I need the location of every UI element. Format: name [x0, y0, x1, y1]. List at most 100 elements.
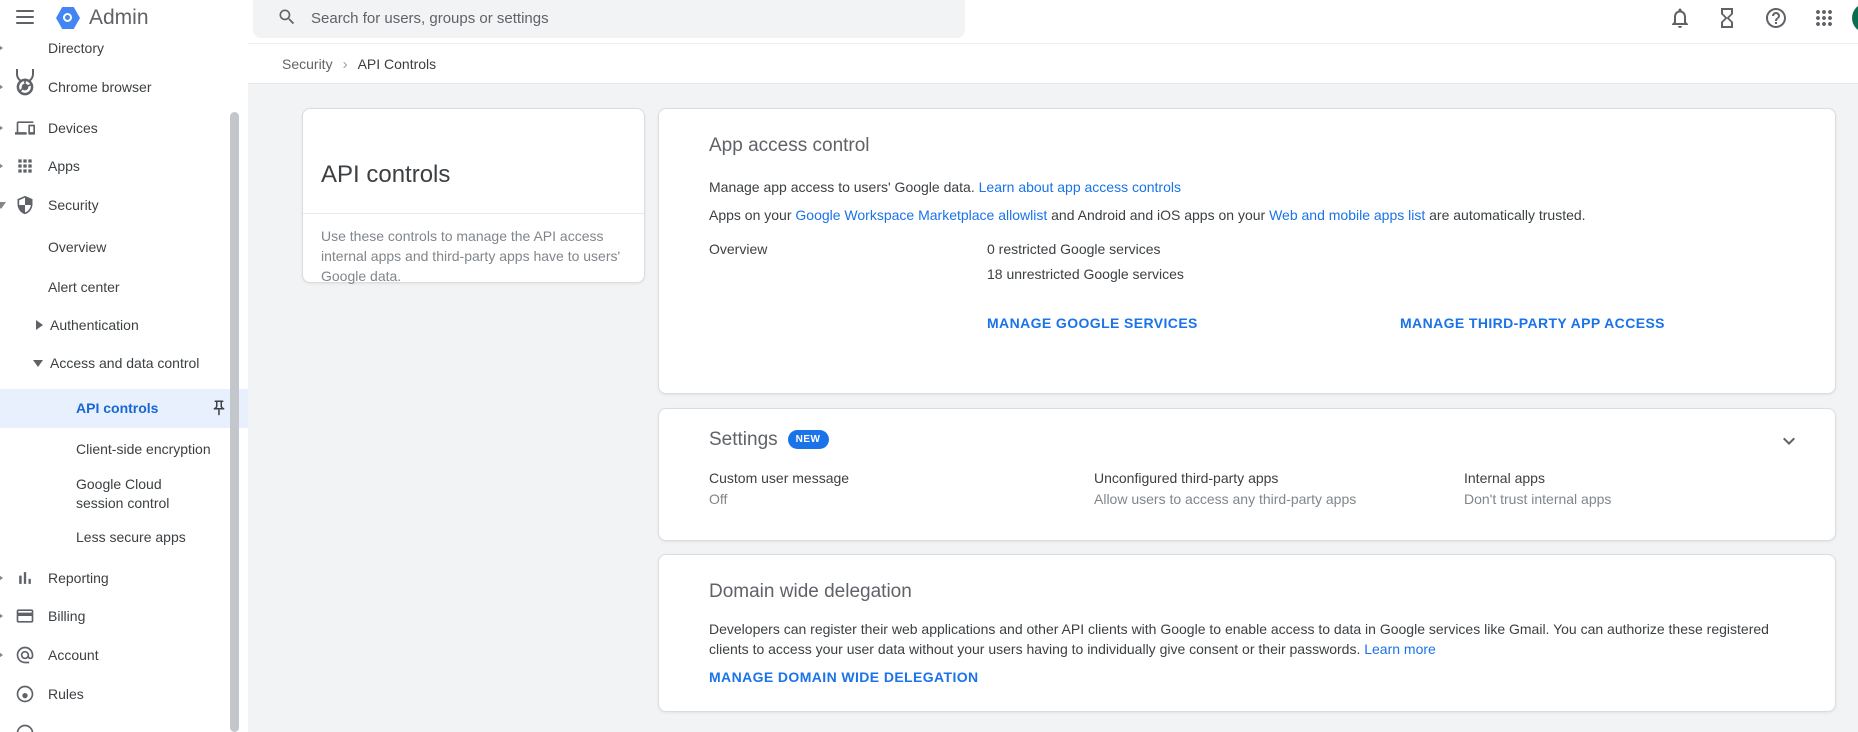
sidebar-item-label: Access and data control — [50, 354, 200, 371]
sidebar-item-authentication[interactable]: Authentication — [0, 306, 248, 344]
billing-card-icon — [16, 609, 34, 623]
pin-icon[interactable] — [210, 399, 228, 417]
new-badge: NEW — [787, 430, 829, 449]
sidebar-item-billing[interactable]: Billing — [0, 597, 248, 635]
setting-internal-apps: Internal apps Don't trust internal apps — [1464, 470, 1611, 507]
manage-domain-wide-delegation-button[interactable]: MANAGE DOMAIN WIDE DELEGATION — [709, 659, 979, 695]
sidebar-item-api-controls[interactable]: API controls — [0, 389, 248, 428]
search-icon — [279, 9, 295, 25]
sidebar-item-label: Security — [48, 196, 99, 213]
expand-caret-icon[interactable] — [36, 320, 43, 330]
breadcrumb: Security › API Controls — [282, 44, 436, 84]
collapse-caret-icon — [0, 82, 3, 92]
breadcrumb-security-link[interactable]: Security — [282, 56, 333, 72]
sidebar-item-label: Alert center — [48, 278, 120, 295]
setting-custom-user-message: Custom user message Off — [709, 470, 1094, 507]
chevron-down-icon[interactable] — [1777, 429, 1801, 453]
sidebar: Directory Chrome browser Devices Apps Se… — [0, 0, 248, 732]
sidebar-item-label: Directory — [48, 39, 105, 56]
sidebar-item-label: Less secure apps — [76, 528, 186, 545]
tasks-hourglass-icon[interactable] — [1715, 6, 1739, 30]
overview-row: Overview 0 restricted Google services 18… — [659, 241, 1835, 282]
setting-label: Internal apps — [1464, 470, 1545, 486]
collapse-caret-icon — [0, 161, 3, 171]
marketplace-allowlist-link[interactable]: Google Workspace Marketplace allowlist — [795, 207, 1047, 223]
breadcrumb-bar: Security › API Controls — [248, 43, 1858, 84]
restricted-services-count: 0 restricted Google services — [987, 241, 1161, 257]
sidebar-item-label: Overview — [48, 238, 107, 255]
sidebar-item-devices[interactable]: Devices — [0, 109, 248, 147]
manage-google-services-button[interactable]: MANAGE GOOGLE SERVICES — [987, 305, 1198, 341]
sidebar-item-rules[interactable]: Rules — [0, 675, 248, 713]
search-bar[interactable] — [253, 0, 965, 38]
sidebar-item-label: Billing — [48, 607, 86, 624]
sidebar-item-label: Account — [48, 646, 99, 663]
app-title: Admin — [89, 6, 149, 29]
sidebar-item-label: Authentication — [50, 316, 139, 333]
settings-card: Settings NEW Custom user message Off Unco… — [658, 408, 1836, 541]
apps-icon — [18, 159, 32, 173]
collapse-caret-icon — [0, 650, 3, 660]
sidebar-item-chrome-browser[interactable]: Chrome browser — [0, 68, 248, 106]
sidebar-item-alert-center[interactable]: Alert center — [0, 268, 248, 306]
sidebar-item-partial[interactable] — [0, 714, 248, 732]
setting-value: Off — [709, 491, 728, 507]
learn-more-link[interactable]: Learn more — [1364, 641, 1436, 657]
domain-wide-delegation-card: Domain wide delegation Developers can re… — [658, 554, 1836, 712]
sidebar-item-label: Rules — [48, 685, 84, 702]
api-controls-info-card: API controls Use these controls to manag… — [302, 108, 645, 284]
sidebar-item-less-secure-apps[interactable]: Less secure apps — [0, 518, 248, 556]
sidebar-item-label: Devices — [48, 119, 98, 136]
sidebar-item-label: Apps — [48, 157, 80, 174]
overview-label: Overview — [709, 241, 768, 257]
card-title: Domain wide delegation — [709, 581, 912, 602]
collapse-caret-icon — [0, 43, 3, 53]
unrestricted-services-count: 18 unrestricted Google services — [987, 266, 1184, 282]
web-mobile-apps-list-link[interactable]: Web and mobile apps list — [1269, 207, 1425, 223]
chrome-icon — [16, 78, 34, 96]
card-title: Settings — [709, 429, 778, 450]
circle-icon — [16, 724, 34, 732]
app-access-description-2: Apps on your Google Workspace Marketplac… — [709, 207, 1586, 223]
sidebar-item-access-and-data-control[interactable]: Access and data control — [0, 344, 248, 382]
collapse-caret-icon — [0, 123, 3, 133]
rules-icon — [16, 685, 34, 703]
sidebar-item-label: Reporting — [48, 569, 109, 586]
manage-third-party-app-access-button[interactable]: MANAGE THIRD-PARTY APP ACCESS — [1400, 305, 1665, 341]
collapse-caret-icon — [0, 573, 3, 583]
app-access-control-card: App access control Manage app access to … — [658, 108, 1836, 394]
settings-columns: Custom user message Off Unconfigured thi… — [659, 470, 1835, 507]
setting-value: Don't trust internal apps — [1464, 491, 1612, 507]
sidebar-item-client-side-encryption[interactable]: Client-side encryption — [0, 430, 248, 468]
breadcrumb-current: API Controls — [357, 56, 437, 72]
setting-value: Allow users to access any third-party ap… — [1094, 491, 1357, 507]
reporting-chart-icon — [19, 572, 31, 584]
search-input[interactable] — [311, 1, 931, 35]
sidebar-item-reporting[interactable]: Reporting — [0, 559, 248, 597]
sidebar-item-account[interactable]: Account — [0, 636, 248, 674]
settings-header[interactable]: Settings NEW — [659, 409, 1835, 452]
collapse-caret-icon — [0, 201, 6, 209]
sidebar-item-security[interactable]: Security — [0, 186, 248, 224]
collapse-caret-icon[interactable] — [33, 359, 43, 367]
devices-icon — [15, 121, 35, 135]
breadcrumb-separator-icon: › — [342, 56, 348, 73]
notifications-bell-icon[interactable] — [1668, 6, 1692, 30]
security-shield-icon — [17, 195, 33, 215]
card-title: App access control — [709, 135, 870, 156]
google-apps-grid-icon[interactable] — [1812, 6, 1836, 30]
sidebar-item-google-cloud-session-control[interactable]: Google Cloud session control — [0, 468, 248, 520]
help-icon[interactable] — [1764, 6, 1788, 30]
setting-label: Unconfigured third-party apps — [1094, 470, 1279, 486]
setting-label: Custom user message — [709, 470, 850, 486]
delegation-description: Developers can register their web applic… — [709, 621, 1769, 657]
app-access-description-1: Manage app access to users' Google data.… — [709, 179, 1181, 195]
page-description: Use these controls to manage the API acc… — [303, 213, 644, 298]
menu-icon[interactable] — [16, 10, 34, 24]
sidebar-item-security-overview[interactable]: Overview — [0, 228, 248, 266]
account-at-icon — [16, 646, 34, 664]
sidebar-item-label: Client-side encryption — [76, 440, 211, 457]
sidebar-scrollbar[interactable] — [230, 112, 239, 732]
sidebar-item-apps[interactable]: Apps — [0, 147, 248, 185]
learn-about-app-access-link[interactable]: Learn about app access controls — [979, 179, 1181, 195]
